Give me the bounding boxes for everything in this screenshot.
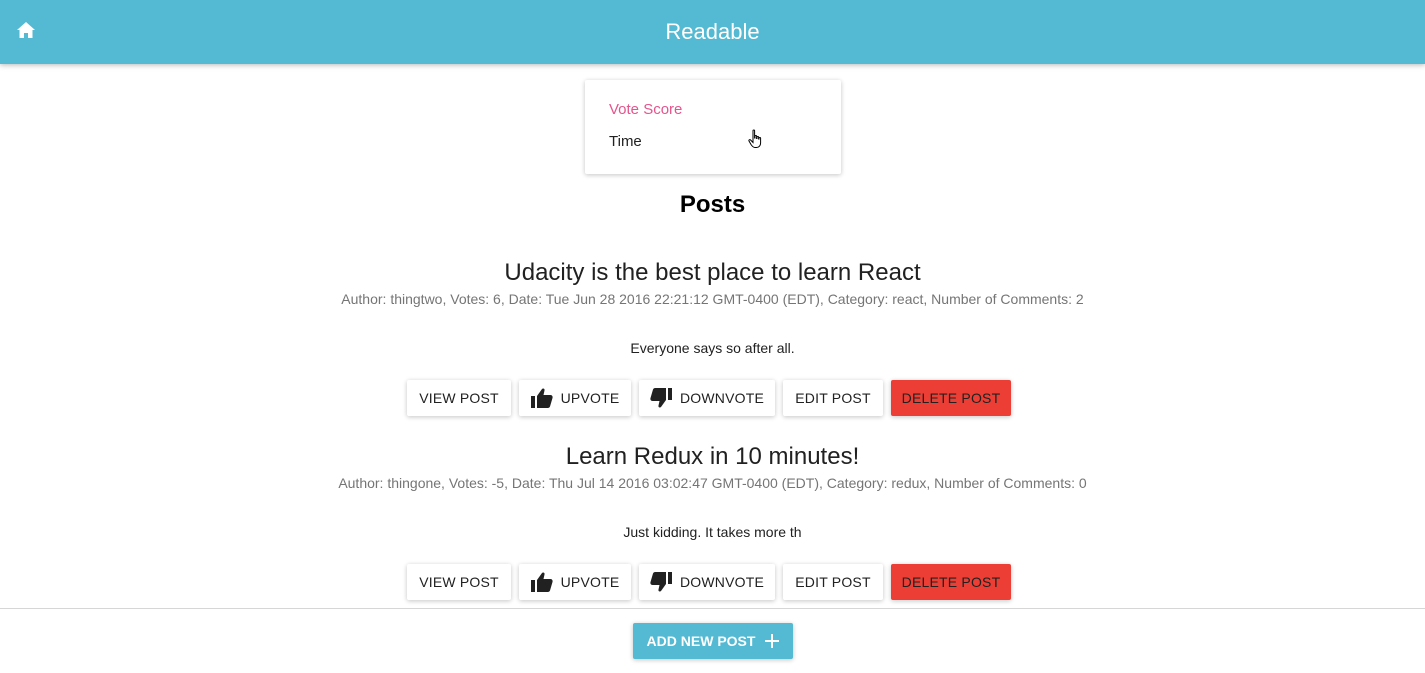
post-actions: VIEW POST UPVOTE DOWNVOTE EDIT POST DELE… xyxy=(0,564,1425,600)
delete-post-button[interactable]: DELETE POST xyxy=(891,380,1011,416)
upvote-label: UPVOTE xyxy=(560,390,620,406)
add-new-post-button[interactable]: ADD NEW POST xyxy=(633,623,793,659)
post-title: Udacity is the best place to learn React xyxy=(504,259,921,286)
plus-icon xyxy=(765,634,780,648)
post-card: Udacity is the best place to learn React… xyxy=(0,258,1425,358)
sort-menu: Vote Score Time xyxy=(585,80,841,174)
edit-post-button[interactable]: EDIT POST xyxy=(783,380,883,416)
thumbs-down-icon xyxy=(650,388,672,408)
footer-bar: ADD NEW POST xyxy=(0,609,1425,673)
app-title: Readable xyxy=(665,19,760,44)
menu-item-time[interactable]: Time xyxy=(609,133,642,150)
downvote-button[interactable]: DOWNVOTE xyxy=(639,564,775,600)
view-post-button[interactable]: VIEW POST xyxy=(407,380,511,416)
delete-post-label: DELETE POST xyxy=(901,574,1001,590)
edit-post-button[interactable]: EDIT POST xyxy=(783,564,883,600)
menu-item-vote-score[interactable]: Vote Score xyxy=(609,101,682,118)
post-meta: Author: thingtwo, Votes: 6, Date: Tue Ju… xyxy=(341,291,1084,307)
thumbs-up-icon xyxy=(530,388,553,408)
downvote-label: DOWNVOTE xyxy=(679,390,765,406)
post-actions: VIEW POST UPVOTE DOWNVOTE EDIT POST DELE… xyxy=(0,380,1425,416)
edit-post-label: EDIT POST xyxy=(795,390,871,406)
upvote-button[interactable]: UPVOTE xyxy=(519,380,631,416)
post-body: Just kidding. It takes more th xyxy=(623,524,802,540)
downvote-button[interactable]: DOWNVOTE xyxy=(639,380,775,416)
upvote-label: UPVOTE xyxy=(560,574,620,590)
hand-cursor-icon xyxy=(748,129,762,148)
app-bar: Readable xyxy=(0,0,1425,64)
view-post-label: VIEW POST xyxy=(419,574,499,590)
posts-heading: Posts xyxy=(679,191,746,218)
thumbs-down-icon xyxy=(650,572,672,592)
view-post-label: VIEW POST xyxy=(419,390,499,406)
downvote-label: DOWNVOTE xyxy=(679,574,765,590)
upvote-button[interactable]: UPVOTE xyxy=(519,564,631,600)
thumbs-up-icon xyxy=(530,572,553,592)
delete-post-label: DELETE POST xyxy=(901,390,1001,406)
delete-post-button[interactable]: DELETE POST xyxy=(891,564,1011,600)
edit-post-label: EDIT POST xyxy=(795,574,871,590)
view-post-button[interactable]: VIEW POST xyxy=(407,564,511,600)
post-title: Learn Redux in 10 minutes! xyxy=(565,443,860,470)
post-card: Learn Redux in 10 minutes! Author: thing… xyxy=(0,442,1425,542)
add-new-post-label: ADD NEW POST xyxy=(646,633,756,649)
post-body: Everyone says so after all. xyxy=(630,340,795,356)
post-meta: Author: thingone, Votes: -5, Date: Thu J… xyxy=(338,475,1087,491)
